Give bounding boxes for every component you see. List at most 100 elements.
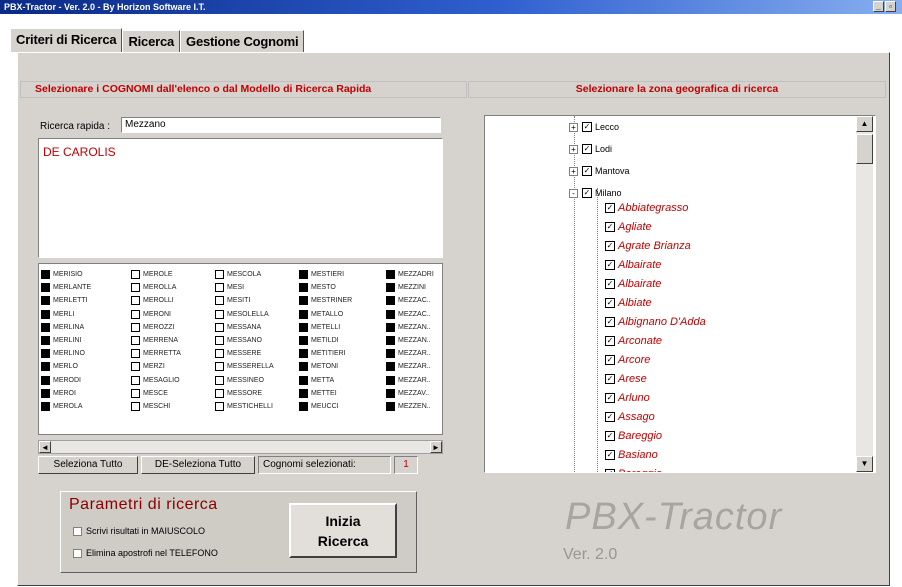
surname-checkbox[interactable] — [386, 388, 395, 398]
surname-checkbox[interactable] — [299, 349, 308, 359]
municipality-node[interactable]: ✓ Arluno — [605, 392, 650, 404]
province-node[interactable]: + ✓ Mantova — [569, 166, 630, 176]
surname-checkbox-item[interactable]: MEZZAN.. — [386, 321, 434, 334]
surname-checkbox-item[interactable]: MEROZZI — [131, 321, 181, 334]
surname-checkbox-item[interactable]: MERONI — [131, 308, 181, 321]
municipality-checkbox[interactable]: ✓ — [605, 355, 615, 365]
scroll-right-icon[interactable]: ► — [430, 441, 442, 453]
surname-checkbox-item[interactable]: MESSERE — [215, 347, 274, 360]
quick-search-input[interactable]: Mezzano — [121, 117, 441, 133]
surname-checkbox-item[interactable]: MERLINI — [41, 334, 91, 347]
surname-checkbox[interactable] — [386, 283, 395, 293]
surname-checkbox-item[interactable]: MEZZAV.. — [386, 387, 434, 400]
province-checkbox[interactable]: ✓ — [582, 122, 592, 132]
surname-checkbox[interactable] — [41, 270, 50, 280]
surname-checkbox[interactable] — [299, 283, 308, 293]
municipality-node[interactable]: ✓ Arcore — [605, 354, 650, 366]
collapse-icon[interactable]: - — [569, 188, 578, 198]
uppercase-option[interactable]: Scrivi risultati in MAIUSCOLO — [73, 526, 205, 536]
province-checkbox[interactable]: ✓ — [582, 188, 592, 198]
surname-horizontal-scrollbar[interactable]: ◄ ► — [38, 440, 443, 454]
surname-checkbox-item[interactable]: MEZZAC.. — [386, 294, 434, 307]
surname-checkbox-item[interactable]: MEZZAR.. — [386, 360, 434, 373]
surname-checkbox[interactable] — [299, 270, 308, 280]
municipality-checkbox[interactable]: ✓ — [605, 260, 615, 270]
municipality-node[interactable]: ✓ Assago — [605, 411, 655, 423]
surname-checkbox-item[interactable]: METTEI — [299, 387, 352, 400]
scroll-up-icon[interactable]: ▲ — [856, 116, 873, 132]
municipality-checkbox[interactable]: ✓ — [605, 298, 615, 308]
surname-checkbox[interactable] — [215, 401, 224, 411]
surname-checkbox[interactable] — [299, 296, 308, 306]
municipality-node[interactable]: ✓ Agliate — [605, 221, 652, 233]
surname-checkbox-item[interactable]: MERODI — [41, 374, 91, 387]
municipality-checkbox[interactable]: ✓ — [605, 393, 615, 403]
surname-checkbox[interactable] — [41, 336, 50, 346]
surname-checkbox-item[interactable]: METELLI — [299, 321, 352, 334]
province-node[interactable]: + ✓ Lecco — [569, 122, 619, 132]
geo-vertical-scrollbar[interactable]: ▲ ▼ — [856, 116, 873, 472]
municipality-node[interactable]: ✓ Albairate — [605, 278, 661, 290]
surname-checkbox-item[interactable]: MESTO — [299, 281, 352, 294]
start-search-button[interactable]: Inizia Ricerca — [289, 503, 397, 558]
municipality-node[interactable]: ✓ Arconate — [605, 335, 662, 347]
surname-checkbox-item[interactable]: MESTICHELLI — [215, 400, 274, 413]
surname-checkbox-item[interactable]: MESTIERI — [299, 268, 352, 281]
municipality-node[interactable]: ✓ Albignano D'Adda — [605, 316, 706, 328]
surname-checkbox-item[interactable]: MESCHI — [131, 400, 181, 413]
surname-checkbox[interactable] — [215, 388, 224, 398]
surname-checkbox-item[interactable]: METILDI — [299, 334, 352, 347]
municipality-node[interactable]: ✓Bareggio — [605, 430, 662, 442]
surname-checkbox[interactable] — [41, 349, 50, 359]
expand-icon[interactable]: + — [569, 144, 578, 154]
surname-checkbox[interactable] — [131, 375, 140, 385]
surname-checkbox[interactable] — [215, 349, 224, 359]
province-checkbox[interactable]: ✓ — [582, 144, 592, 154]
municipality-node[interactable]: ✓ Agrate Brianza — [605, 240, 691, 252]
municipality-checkbox[interactable]: ✓ — [605, 450, 615, 460]
phone-checkbox[interactable] — [73, 548, 82, 558]
surname-checkbox-item[interactable]: MERRETTA — [131, 347, 181, 360]
surname-checkbox-item[interactable]: MEZZADRI — [386, 268, 434, 281]
tab-surnames[interactable]: Gestione Cognomi — [180, 30, 305, 52]
surname-checkbox[interactable] — [215, 283, 224, 293]
municipality-node[interactable]: ✓ Basiano — [605, 449, 658, 461]
surname-checkbox-item[interactable]: MEUCCI — [299, 400, 352, 413]
province-node[interactable]: + ✓ Lodi — [569, 144, 612, 154]
surname-checkbox-item[interactable]: MESSERELLA — [215, 360, 274, 373]
surname-checkbox[interactable] — [299, 401, 308, 411]
surname-checkbox[interactable] — [299, 362, 308, 372]
surname-checkbox[interactable] — [41, 283, 50, 293]
surname-checkbox[interactable] — [131, 296, 140, 306]
surname-checkbox-item[interactable]: MESSANO — [215, 334, 274, 347]
surname-checkbox[interactable] — [386, 362, 395, 372]
surname-checkbox[interactable] — [131, 283, 140, 293]
surname-checkbox-item[interactable]: MERISIO — [41, 268, 91, 281]
uppercase-checkbox[interactable] — [73, 526, 82, 536]
surname-checkbox[interactable] — [215, 336, 224, 346]
surname-checkbox[interactable] — [131, 362, 140, 372]
surname-checkbox-item[interactable]: MEZZAC.. — [386, 308, 434, 321]
surname-checkbox[interactable] — [215, 270, 224, 280]
surname-checkbox-item[interactable]: MERLI — [41, 308, 91, 321]
expand-icon[interactable]: + — [569, 166, 578, 176]
municipality-node[interactable]: ✓Bareggio — [605, 468, 662, 472]
municipality-checkbox[interactable]: ✓ — [605, 222, 615, 232]
surname-checkbox-item[interactable]: MEROLA — [41, 400, 91, 413]
surname-checkbox[interactable] — [131, 388, 140, 398]
surname-checkbox-item[interactable]: MERLINA — [41, 321, 91, 334]
surname-checkbox[interactable] — [215, 322, 224, 332]
surname-checkbox[interactable] — [131, 401, 140, 411]
surname-checkbox-item[interactable]: MEZZAR.. — [386, 374, 434, 387]
scroll-left-icon[interactable]: ◄ — [39, 441, 51, 453]
surname-checkbox[interactable] — [41, 322, 50, 332]
surname-checkbox[interactable] — [386, 401, 395, 411]
expand-icon[interactable]: + — [569, 122, 578, 132]
municipality-checkbox[interactable]: ✓ — [605, 279, 615, 289]
municipality-node[interactable]: ✓ Abbiategrasso — [605, 202, 688, 214]
surname-checkbox-item[interactable]: METITIERI — [299, 347, 352, 360]
municipality-checkbox[interactable]: ✓ — [605, 469, 615, 472]
surname-checkbox[interactable] — [299, 375, 308, 385]
surname-checkbox-item[interactable]: METTA — [299, 374, 352, 387]
surname-checkbox-item[interactable]: MESSANA — [215, 321, 274, 334]
